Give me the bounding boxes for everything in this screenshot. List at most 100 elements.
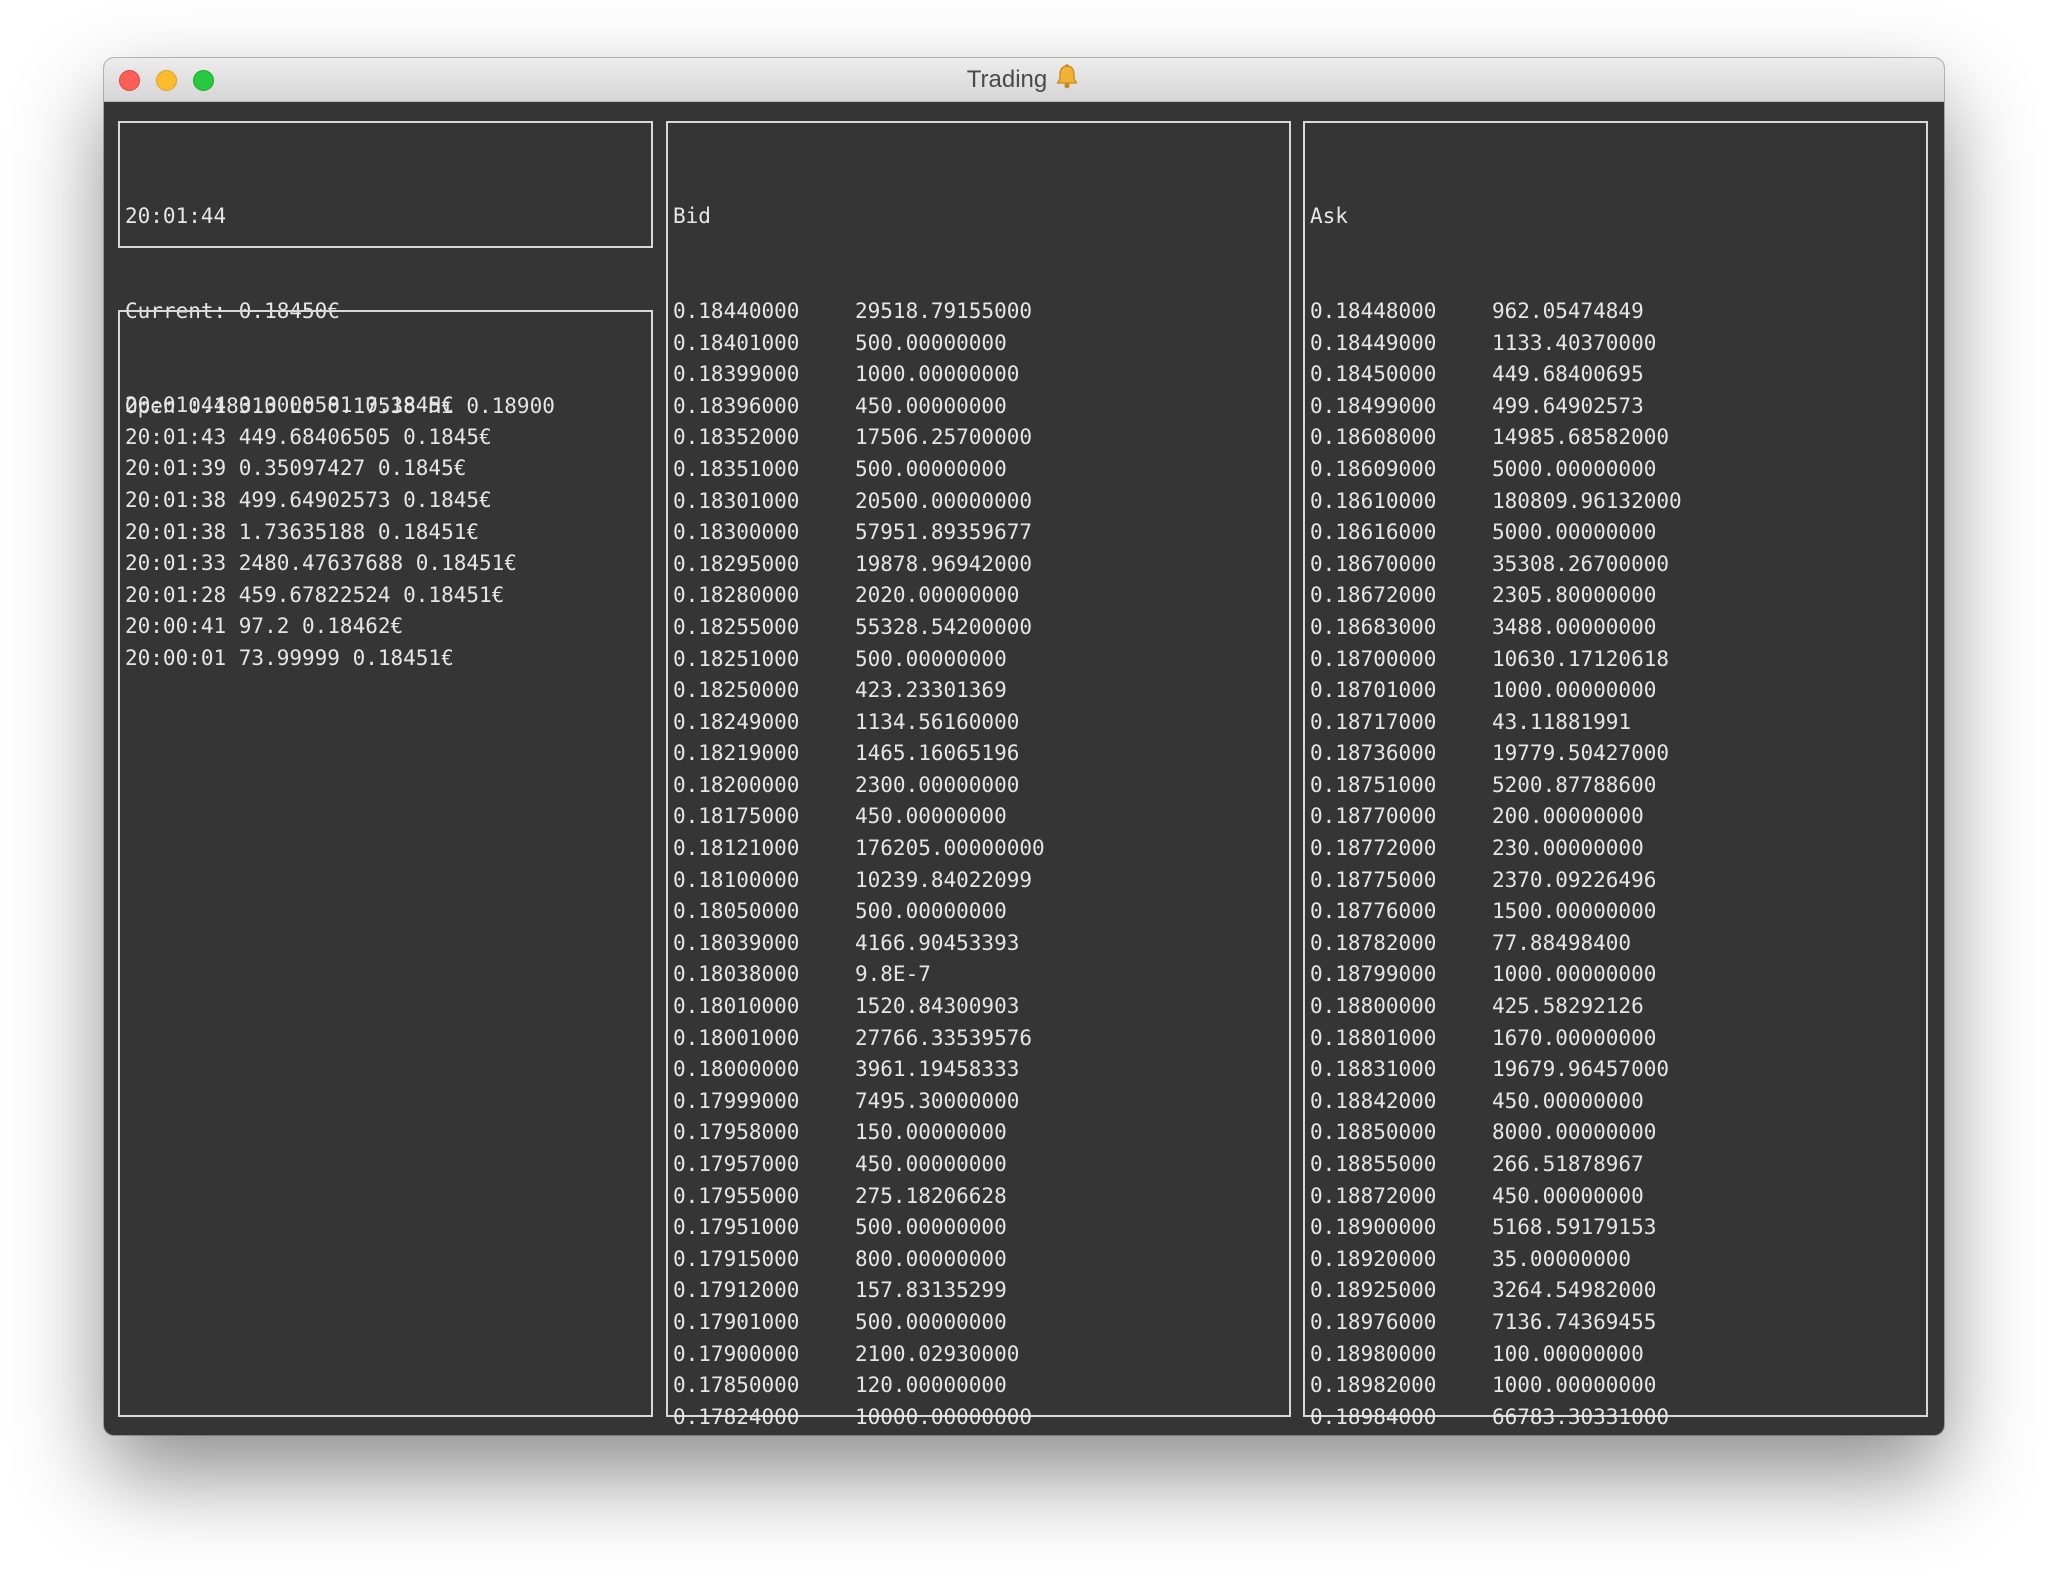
ask-price: 0.18772000 bbox=[1310, 836, 1437, 861]
bid-row: 0.17957000 450.00000000 bbox=[673, 1149, 1289, 1181]
ask-row: 0.18717000 43.11881991 bbox=[1310, 707, 1926, 739]
bid-row: 0.18295000 19878.96942000 bbox=[673, 549, 1289, 581]
ask-price: 0.18736000 bbox=[1310, 741, 1437, 766]
bid-quantity: 500.00000000 bbox=[855, 1309, 1007, 1334]
bid-quantity: 450.00000000 bbox=[855, 1152, 1007, 1176]
bid-row: 0.18399000 1000.00000000 bbox=[673, 359, 1289, 391]
bid-quantity: 176205.00000000 bbox=[855, 836, 1045, 861]
bid-order-book[interactable]: Bid 0.18440000 29518.79155000 0.18401000 50… bbox=[666, 121, 1291, 1429]
trade-row: 20:01:33 2480.47637688 0.18451€ bbox=[125, 551, 517, 576]
bid-row: 0.17915000 800.00000000 bbox=[673, 1244, 1289, 1276]
ask-price: 0.18670000 bbox=[1310, 551, 1437, 576]
ask-quantity: 7136.74369455 bbox=[1492, 1309, 1657, 1334]
ask-quantity: 77.88498400 bbox=[1492, 930, 1632, 955]
bid-row: 0.18249000 1134.56160000 bbox=[673, 707, 1289, 739]
ask-quantity: 200.00000000 bbox=[1492, 804, 1644, 829]
ask-row: 0.18976000 7136.74369455 bbox=[1310, 1307, 1926, 1339]
ask-row: 0.18616000 5000.00000000 bbox=[1310, 517, 1926, 549]
ask-price: 0.18448000 bbox=[1310, 298, 1437, 323]
ask-price: 0.18609000 bbox=[1310, 456, 1437, 481]
bid-row: 0.18010000 1520.84300903 bbox=[673, 991, 1289, 1023]
bid-row: 0.18121000 176205.00000000 bbox=[673, 833, 1289, 865]
bid-quantity: 27766.33539576 bbox=[855, 1025, 1033, 1050]
bid-quantity: 500.00000000 bbox=[855, 456, 1007, 481]
ask-price: 0.18900000 bbox=[1310, 1215, 1437, 1240]
ask-quantity: 230.00000000 bbox=[1492, 836, 1644, 861]
ask-row: 0.18608000 14985.68582000 bbox=[1310, 422, 1926, 454]
bid-quantity: 10239.84022099 bbox=[855, 867, 1033, 892]
bid-row: 0.18000000 3961.19458333 bbox=[673, 1054, 1289, 1086]
bid-quantity: 423.23301369 bbox=[855, 678, 1007, 703]
bid-price: 0.17951000 bbox=[673, 1215, 800, 1240]
ask-row: 0.18855000 266.51878967 bbox=[1310, 1149, 1926, 1181]
title-bar[interactable]: Trading bbox=[104, 58, 1944, 102]
ask-quantity: 450.00000000 bbox=[1492, 1088, 1644, 1113]
bid-quantity: 29518.79155000 bbox=[855, 298, 1033, 323]
bid-quantity: 500.00000000 bbox=[855, 1215, 1007, 1240]
ask-price: 0.18855000 bbox=[1310, 1152, 1437, 1176]
ask-quantity: 962.05474849 bbox=[1492, 298, 1644, 323]
bid-price: 0.18038000 bbox=[673, 962, 800, 987]
ask-row: 0.18925000 3264.54982000 bbox=[1310, 1275, 1926, 1307]
ask-row: 0.18683000 3488.00000000 bbox=[1310, 612, 1926, 644]
bid-quantity: 57951.89359677 bbox=[855, 520, 1033, 545]
ask-quantity: 1670.00000000 bbox=[1492, 1025, 1657, 1050]
bid-price: 0.18295000 bbox=[673, 551, 800, 576]
bid-row: 0.18038000 9.8E-7 bbox=[673, 959, 1289, 991]
ask-price: 0.18980000 bbox=[1310, 1341, 1437, 1366]
ask-quantity: 66783.30331000 bbox=[1492, 1404, 1670, 1429]
bid-row: 0.18001000 27766.33539576 bbox=[673, 1023, 1289, 1055]
ask-price: 0.18872000 bbox=[1310, 1183, 1437, 1208]
ask-row: 0.18920000 35.00000000 bbox=[1310, 1244, 1926, 1276]
bell-icon bbox=[1053, 62, 1081, 105]
bid-price: 0.18399000 bbox=[673, 362, 800, 387]
ask-quantity: 425.58292126 bbox=[1492, 994, 1644, 1019]
ask-quantity: 1500.00000000 bbox=[1492, 899, 1657, 924]
recent-trades-panel[interactable]: 20:01:44 0.0000581 0.1845€ 20:01:43 449.6… bbox=[118, 310, 653, 1417]
ask-price: 0.18683000 bbox=[1310, 614, 1437, 639]
bid-row: 0.17850000 120.00000000 bbox=[673, 1370, 1289, 1402]
bid-row: 0.18300000 57951.89359677 bbox=[673, 517, 1289, 549]
ask-quantity: 5168.59179153 bbox=[1492, 1215, 1657, 1240]
bid-price: 0.18352000 bbox=[673, 425, 800, 450]
ask-rows: 0.18448000 962.05474849 0.18449000 1133.403… bbox=[1310, 296, 1926, 1435]
bid-quantity: 9.8E-7 bbox=[855, 962, 931, 987]
ask-header: Ask bbox=[1310, 204, 1348, 229]
ask-order-book[interactable]: Ask 0.18448000 962.05474849 0.18449000 1133… bbox=[1303, 121, 1928, 1429]
ask-row: 0.18842000 450.00000000 bbox=[1310, 1086, 1926, 1118]
bid-quantity: 2300.00000000 bbox=[855, 772, 1020, 797]
bid-row: 0.18396000 450.00000000 bbox=[673, 391, 1289, 423]
ask-quantity: 14985.68582000 bbox=[1492, 425, 1670, 450]
trade-row: 20:01:43 449.68406505 0.1845€ bbox=[125, 424, 492, 449]
bid-row: 0.17951000 500.00000000 bbox=[673, 1212, 1289, 1244]
ask-row: 0.18609000 5000.00000000 bbox=[1310, 454, 1926, 486]
ask-price: 0.18800000 bbox=[1310, 994, 1437, 1019]
bid-price: 0.17955000 bbox=[673, 1183, 800, 1208]
bid-quantity: 1520.84300903 bbox=[855, 994, 1020, 1019]
bid-quantity: 500.00000000 bbox=[855, 330, 1007, 355]
ask-quantity: 449.68400695 bbox=[1492, 362, 1644, 387]
ask-row: 0.18982000 1000.00000000 bbox=[1310, 1370, 1926, 1402]
ask-quantity: 43.11881991 bbox=[1492, 709, 1632, 734]
bid-price: 0.18000000 bbox=[673, 1057, 800, 1082]
trade-row: 20:01:28 459.67822524 0.18451€ bbox=[125, 582, 505, 607]
ask-quantity: 499.64902573 bbox=[1492, 393, 1644, 418]
ask-price: 0.18700000 bbox=[1310, 646, 1437, 671]
bid-row: 0.18351000 500.00000000 bbox=[673, 454, 1289, 486]
ask-quantity: 180809.96132000 bbox=[1492, 488, 1682, 513]
bid-row: 0.17824000 10000.00000000 bbox=[673, 1402, 1289, 1434]
ask-row: 0.18980000 100.00000000 bbox=[1310, 1339, 1926, 1371]
bid-quantity: 120.00000000 bbox=[855, 1373, 1007, 1398]
ask-quantity: 5000.00000000 bbox=[1492, 456, 1657, 481]
bid-row: 0.17823000176205.00000000 bbox=[673, 1433, 1289, 1435]
ask-quantity: 1000.00000000 bbox=[1492, 1373, 1657, 1398]
bid-quantity: 10000.00000000 bbox=[855, 1404, 1033, 1429]
summary-time: 20:01:44 bbox=[125, 204, 227, 229]
bid-quantity: 275.18206628 bbox=[855, 1183, 1007, 1208]
summary-panel: 20:01:44 Current: 0.18450€ Open 0.18313 … bbox=[118, 121, 653, 418]
ask-row: 0.18672000 2305.80000000 bbox=[1310, 580, 1926, 612]
ask-price: 0.18925000 bbox=[1310, 1278, 1437, 1303]
trading-window: Trading 20:01:44 Current: 0.18450€ Open … bbox=[104, 58, 1944, 1435]
bid-quantity: 20500.00000000 bbox=[855, 488, 1033, 513]
ask-row: 0.18799000 1000.00000000 bbox=[1310, 959, 1926, 991]
